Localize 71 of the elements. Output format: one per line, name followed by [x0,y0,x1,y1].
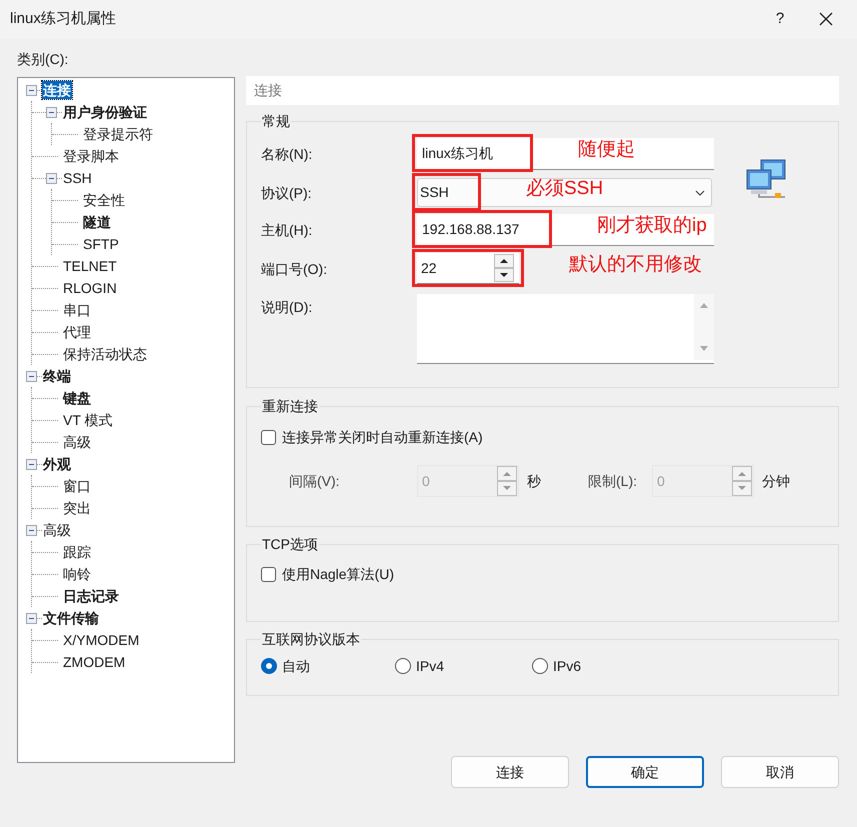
tree-item[interactable]: 高级 [62,433,92,451]
field-label: 协议(P): [261,184,313,203]
spin-buttons-icon [732,466,752,496]
tree-item[interactable]: 日志记录 [62,587,120,605]
tree-item[interactable]: 登录脚本 [62,147,120,165]
group-title: 常规 [261,112,291,131]
tree-item[interactable]: SSH [62,169,93,187]
unit-label: 分钟 [762,472,790,490]
field-label: 名称(N): [261,145,314,164]
tree-item[interactable]: ZMODEM [62,653,126,671]
tree-item[interactable]: RLOGIN [62,279,118,297]
collapse-icon[interactable] [46,106,57,118]
tree-item[interactable]: 用户身份验证 [62,103,148,121]
description-field[interactable] [417,294,714,364]
tree-item[interactable]: 高级 [42,521,72,539]
tree-item[interactable]: 文件传输 [42,609,100,627]
tree-item[interactable]: 外观 [42,455,72,473]
field-label: 限制(L): [588,472,638,491]
group-title: 互联网协议版本 [261,630,361,649]
collapse-icon[interactable] [46,172,57,184]
field-label: 间隔(V): [289,472,341,491]
dialog-button[interactable]: 连接 [451,756,569,788]
annotation-text: 必须SSH [526,177,604,201]
tree-item[interactable]: 键盘 [62,389,92,407]
tree-item[interactable]: VT 模式 [62,411,114,429]
tree-item[interactable]: 保持活动状态 [62,345,148,363]
tree-item[interactable]: 串口 [62,301,92,319]
radio-option[interactable]: IPv6 [532,654,669,678]
collapse-icon[interactable] [26,370,37,382]
close-icon [819,12,833,26]
field-label: 主机(H): [261,221,314,240]
chevron-down-icon [695,190,705,196]
tree-item[interactable]: X/YMODEM [62,631,140,649]
tree-item[interactable]: TELNET [62,257,118,275]
spin-buttons-icon [494,254,514,282]
dialog-button[interactable]: 确定 [586,756,704,788]
port-spinner[interactable]: 22 [417,253,519,284]
collapse-icon[interactable] [26,524,37,536]
tree-item[interactable]: 窗口 [62,477,92,495]
group-title: 重新连接 [261,397,319,416]
checkbox[interactable]: 使用Nagle算法(U) [261,562,824,586]
collapse-icon[interactable] [26,84,37,96]
scrollbar-icon [694,294,714,360]
tree-item[interactable]: 安全性 [82,191,126,209]
unit-label: 秒 [527,472,541,490]
annotation-text: 刚才获取的ip [597,214,707,238]
dialog-button[interactable]: 取消 [721,756,839,788]
radio-option[interactable]: IPv4 [395,654,532,678]
help-button[interactable]: ? [757,0,803,38]
annotation-text: 随便起 [578,138,635,162]
tree-item[interactable]: 登录提示符 [82,125,154,143]
checkbox[interactable]: 连接异常关闭时自动重新连接(A) [261,425,824,449]
group-title: TCP选项 [261,535,319,554]
collapse-icon[interactable] [26,612,37,624]
tree-item[interactable]: 响铃 [62,565,92,583]
tree-item[interactable]: 突出 [62,499,92,517]
tree-item[interactable]: 连接 [42,81,72,99]
spin-buttons-icon [497,466,517,496]
field-label: 端口号(O): [261,260,328,279]
annotation-text: 默认的不用修改 [569,253,702,277]
tree-item[interactable]: 隧道 [82,213,112,231]
page-header: 连接 [246,76,839,105]
tree-item[interactable]: SFTP [82,235,120,253]
field-label: 说明(D): [261,298,314,317]
tree-item[interactable]: 代理 [62,323,92,341]
window-title: linux练习机属性 [9,8,117,29]
tree-item[interactable]: 终端 [42,367,72,385]
radio-option[interactable]: 自动 [261,654,395,678]
tree-item[interactable]: 跟踪 [62,543,92,561]
collapse-icon[interactable] [26,458,37,470]
category-label: 类别(C): [17,50,70,69]
